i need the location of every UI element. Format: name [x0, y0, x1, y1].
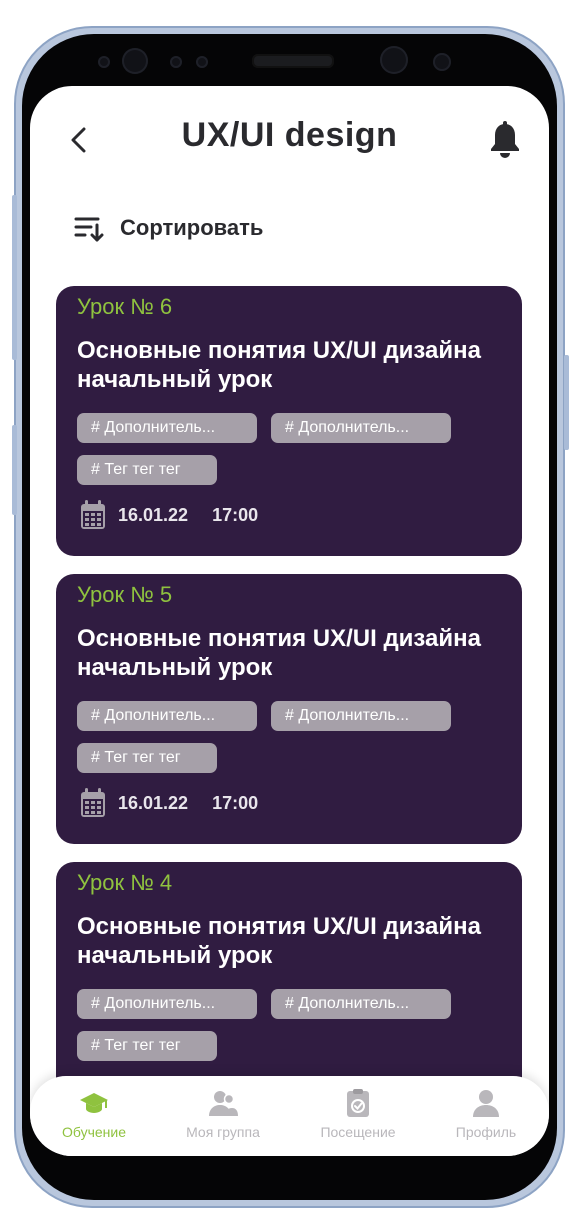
nav-label: Профиль [455, 1124, 517, 1140]
lesson-number: Урок № 4 [77, 870, 173, 895]
calendar-icon [81, 500, 105, 529]
sensor-dot [170, 56, 182, 68]
bell-icon[interactable] [488, 120, 522, 160]
lesson-tag[interactable]: # Дополнитель... [77, 413, 257, 443]
lesson-tag[interactable]: # Дополнитель... [77, 701, 257, 731]
clipboard-check-icon [347, 1089, 369, 1117]
lesson-date: 16.01.22 [118, 504, 189, 525]
graduation-cap-icon [80, 1093, 108, 1113]
sensor-dot [433, 53, 451, 71]
speaker-grille [252, 54, 334, 68]
lesson-card[interactable]: Урок № 6 Основные понятия UX/UI дизайна … [56, 286, 522, 556]
nav-label: Обучение [61, 1124, 127, 1140]
lesson-card[interactable]: Урок № 5 Основные понятия UX/UI дизайна … [56, 574, 522, 844]
bottom-nav: Обучение Моя группа Посещение Профиль [30, 1076, 549, 1156]
lesson-tag[interactable]: # Тег тег тег [77, 455, 217, 485]
nav-item-profile[interactable]: Профиль [426, 1088, 546, 1140]
lesson-time: 17:00 [212, 504, 259, 525]
page-title: UX/UI design [181, 116, 398, 154]
lesson-datetime: 16.01.22 17:00 [80, 786, 258, 820]
lesson-number: Урок № 5 [77, 582, 173, 607]
lesson-time: 17:00 [212, 792, 259, 813]
iris-sensor [380, 46, 408, 74]
app-screen: UX/UI design Сортировать Урок № 6 Основн… [30, 86, 549, 1156]
lesson-title: Основные понятия UX/UI дизайна начальный… [77, 913, 481, 969]
nav-label: Моя группа [186, 1124, 260, 1140]
lesson-tag[interactable]: # Тег тег тег [77, 1031, 217, 1061]
nav-item-learning[interactable]: Обучение [34, 1088, 154, 1140]
lesson-date: 16.01.22 [118, 792, 189, 813]
sort-icon [74, 217, 104, 242]
group-icon [209, 1091, 238, 1116]
sort-label: Сортировать [120, 215, 264, 240]
side-button-right [564, 355, 569, 450]
calendar-icon [81, 788, 105, 817]
app-header: UX/UI design [30, 86, 549, 196]
lesson-title: Основные понятия UX/UI дизайна начальный… [77, 625, 481, 681]
sensor-dot [98, 56, 110, 68]
nav-item-my-group[interactable]: Моя группа [163, 1088, 283, 1140]
sort-button[interactable]: Сортировать [74, 208, 263, 248]
nav-label: Посещение [320, 1124, 396, 1140]
side-button-left-1 [12, 195, 17, 360]
lesson-tag[interactable]: # Дополнитель... [271, 701, 451, 731]
lesson-title: Основные понятия UX/UI дизайна начальный… [77, 337, 481, 393]
profile-icon [473, 1090, 499, 1117]
sensor-dot [196, 56, 208, 68]
lesson-number: Урок № 6 [77, 294, 173, 319]
front-camera [122, 48, 148, 74]
lesson-tag[interactable]: # Дополнитель... [271, 989, 451, 1019]
nav-item-attendance[interactable]: Посещение [298, 1088, 418, 1140]
lesson-tag[interactable]: # Тег тег тег [77, 743, 217, 773]
lesson-tag[interactable]: # Дополнитель... [271, 413, 451, 443]
lesson-tag[interactable]: # Дополнитель... [77, 989, 257, 1019]
lesson-datetime: 16.01.22 17:00 [80, 498, 258, 532]
side-button-left-2 [12, 425, 17, 515]
